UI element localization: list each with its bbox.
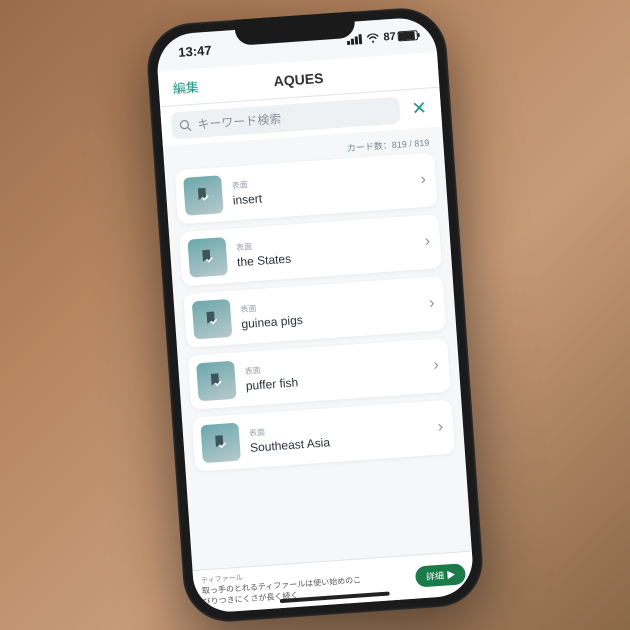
signal-icon xyxy=(346,34,362,45)
search-placeholder: キーワード検索 xyxy=(197,110,282,133)
list-item[interactable]: 表面 the States › xyxy=(179,214,442,286)
page-title: AQUES xyxy=(273,69,324,88)
status-time: 13:47 xyxy=(178,42,212,59)
battery-percent: 87 xyxy=(383,31,396,44)
bookmark-check-icon xyxy=(187,237,228,278)
wifi-icon xyxy=(365,33,380,44)
chevron-right-icon: › xyxy=(431,418,444,437)
battery-icon: 87 xyxy=(383,29,418,43)
status-right: 87 xyxy=(346,29,418,46)
bookmark-check-icon xyxy=(183,175,224,216)
search-icon xyxy=(179,119,192,132)
bookmark-check-icon xyxy=(192,299,233,340)
list-item[interactable]: 表面 guinea pigs › xyxy=(183,276,446,348)
chevron-right-icon: › xyxy=(418,233,431,252)
chevron-right-icon: › xyxy=(414,171,427,190)
edit-button[interactable]: 編集 xyxy=(172,77,199,98)
list-item[interactable]: 表面 Southeast Asia › xyxy=(192,400,455,472)
close-icon[interactable]: ✕ xyxy=(407,97,432,120)
screen: 13:47 87 編集 AQUES キーワード検索 ✕ カード数：819 / 8… xyxy=(155,16,475,614)
phone-frame: 13:47 87 編集 AQUES キーワード検索 ✕ カード数：819 / 8… xyxy=(144,5,485,624)
bookmark-check-icon xyxy=(200,423,241,464)
bookmark-check-icon xyxy=(196,361,237,402)
card-list: カード数：819 / 819 表面 insert › 表面 the States xyxy=(163,127,472,571)
chevron-right-icon: › xyxy=(423,295,436,314)
chevron-right-icon: › xyxy=(427,357,440,376)
list-item[interactable]: 表面 puffer fish › xyxy=(188,338,451,410)
ad-details-button[interactable]: 詳細 ▶ xyxy=(415,563,466,587)
